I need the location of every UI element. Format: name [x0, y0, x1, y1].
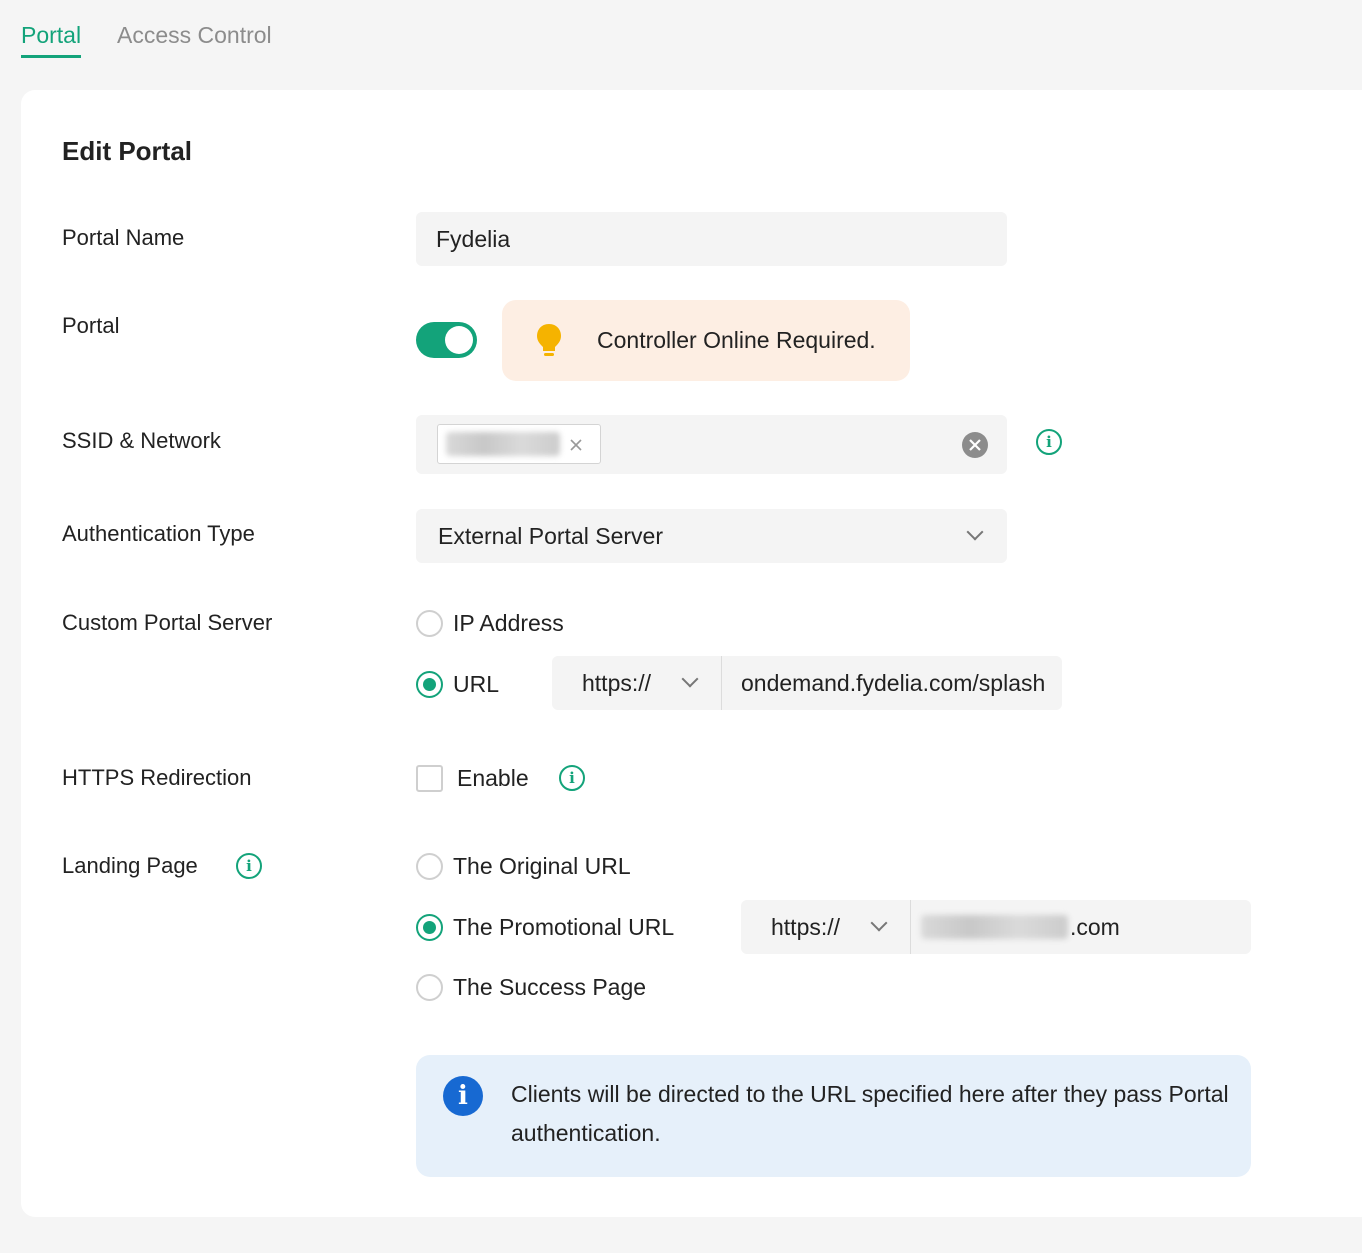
ssid-network-label: SSID & Network — [62, 428, 221, 453]
promotional-url-suffix: .com — [1070, 914, 1120, 940]
tab-access-control[interactable]: Access Control — [117, 20, 272, 50]
promotional-url-group: https:// .com — [741, 900, 1251, 954]
radio-success-page-label: The Success Page — [453, 974, 647, 1000]
ssid-chip-redacted — [446, 432, 560, 456]
radio-promotional-url[interactable] — [416, 914, 443, 941]
promotional-protocol-value: https:// — [771, 914, 841, 940]
landing-page-label: Landing Page — [62, 853, 198, 878]
custom-portal-url-group: https:// ondemand.fydelia.com/splash — [552, 656, 1062, 710]
portal-name-label: Portal Name — [62, 225, 185, 250]
portal-toggle[interactable] — [416, 322, 477, 358]
ssid-chip — [437, 424, 601, 464]
controller-notice: Controller Online Required. — [502, 300, 910, 381]
edit-portal-card: Edit Portal Portal Name Fydelia Portal C… — [21, 90, 1362, 1217]
ssid-network-select[interactable] — [416, 415, 1007, 474]
promotional-protocol-select[interactable]: https:// — [741, 900, 910, 954]
page-title: Edit Portal — [62, 136, 193, 166]
radio-original-url-label: The Original URL — [453, 853, 631, 879]
chevron-down-icon — [966, 523, 984, 541]
chevron-down-icon — [870, 914, 888, 932]
radio-original-url[interactable] — [416, 853, 443, 880]
lightbulb-icon — [537, 324, 561, 356]
custom-portal-url-value: ondemand.fydelia.com/splash — [741, 670, 1044, 696]
protocol-select[interactable]: https:// — [552, 656, 721, 710]
custom-portal-url-input[interactable]: ondemand.fydelia.com/splash — [722, 656, 1062, 710]
protocol-value: https:// — [582, 670, 652, 696]
portal-name-input[interactable]: Fydelia — [416, 212, 1007, 266]
promotional-url-redacted — [921, 915, 1068, 939]
chevron-down-icon — [681, 670, 699, 688]
info-icon[interactable]: i — [1036, 429, 1062, 455]
tab-portal[interactable]: Portal — [21, 20, 82, 58]
close-icon[interactable] — [569, 438, 583, 452]
portal-label: Portal — [62, 313, 120, 338]
info-icon[interactable]: i — [559, 765, 585, 791]
tab-access-control-label: Access Control — [117, 22, 272, 48]
toggle-knob — [445, 326, 473, 354]
authentication-type-label: Authentication Type — [62, 521, 255, 546]
radio-ip-address[interactable] — [416, 610, 443, 637]
radio-url[interactable] — [416, 671, 443, 698]
active-tab-indicator — [21, 55, 82, 58]
radio-success-page[interactable] — [416, 974, 443, 1001]
authentication-type-value: External Portal Server — [438, 523, 663, 549]
tab-portal-label: Portal — [21, 22, 82, 48]
promotional-url-input[interactable]: .com — [911, 900, 1251, 954]
radio-promotional-url-label: The Promotional URL — [453, 914, 675, 940]
info-circle-icon: i — [443, 1076, 483, 1116]
landing-page-info-box: i Clients will be directed to the URL sp… — [416, 1055, 1251, 1177]
authentication-type-select[interactable]: External Portal Server — [416, 509, 1007, 563]
tab-bar: Portal Access Control — [0, 0, 1362, 70]
custom-portal-server-label: Custom Portal Server — [62, 610, 273, 635]
info-icon[interactable]: i — [236, 853, 262, 879]
clear-circle-icon[interactable] — [961, 431, 989, 459]
controller-notice-text: Controller Online Required. — [597, 327, 876, 353]
portal-name-value: Fydelia — [436, 226, 511, 252]
radio-ip-address-label: IP Address — [453, 610, 564, 636]
radio-url-label: URL — [453, 671, 500, 697]
https-redirection-checkbox[interactable] — [416, 765, 443, 792]
landing-page-info-text: Clients will be directed to the URL spec… — [511, 1081, 1229, 1146]
https-redirection-checkbox-label: Enable — [457, 765, 529, 791]
https-redirection-label: HTTPS Redirection — [62, 765, 252, 790]
